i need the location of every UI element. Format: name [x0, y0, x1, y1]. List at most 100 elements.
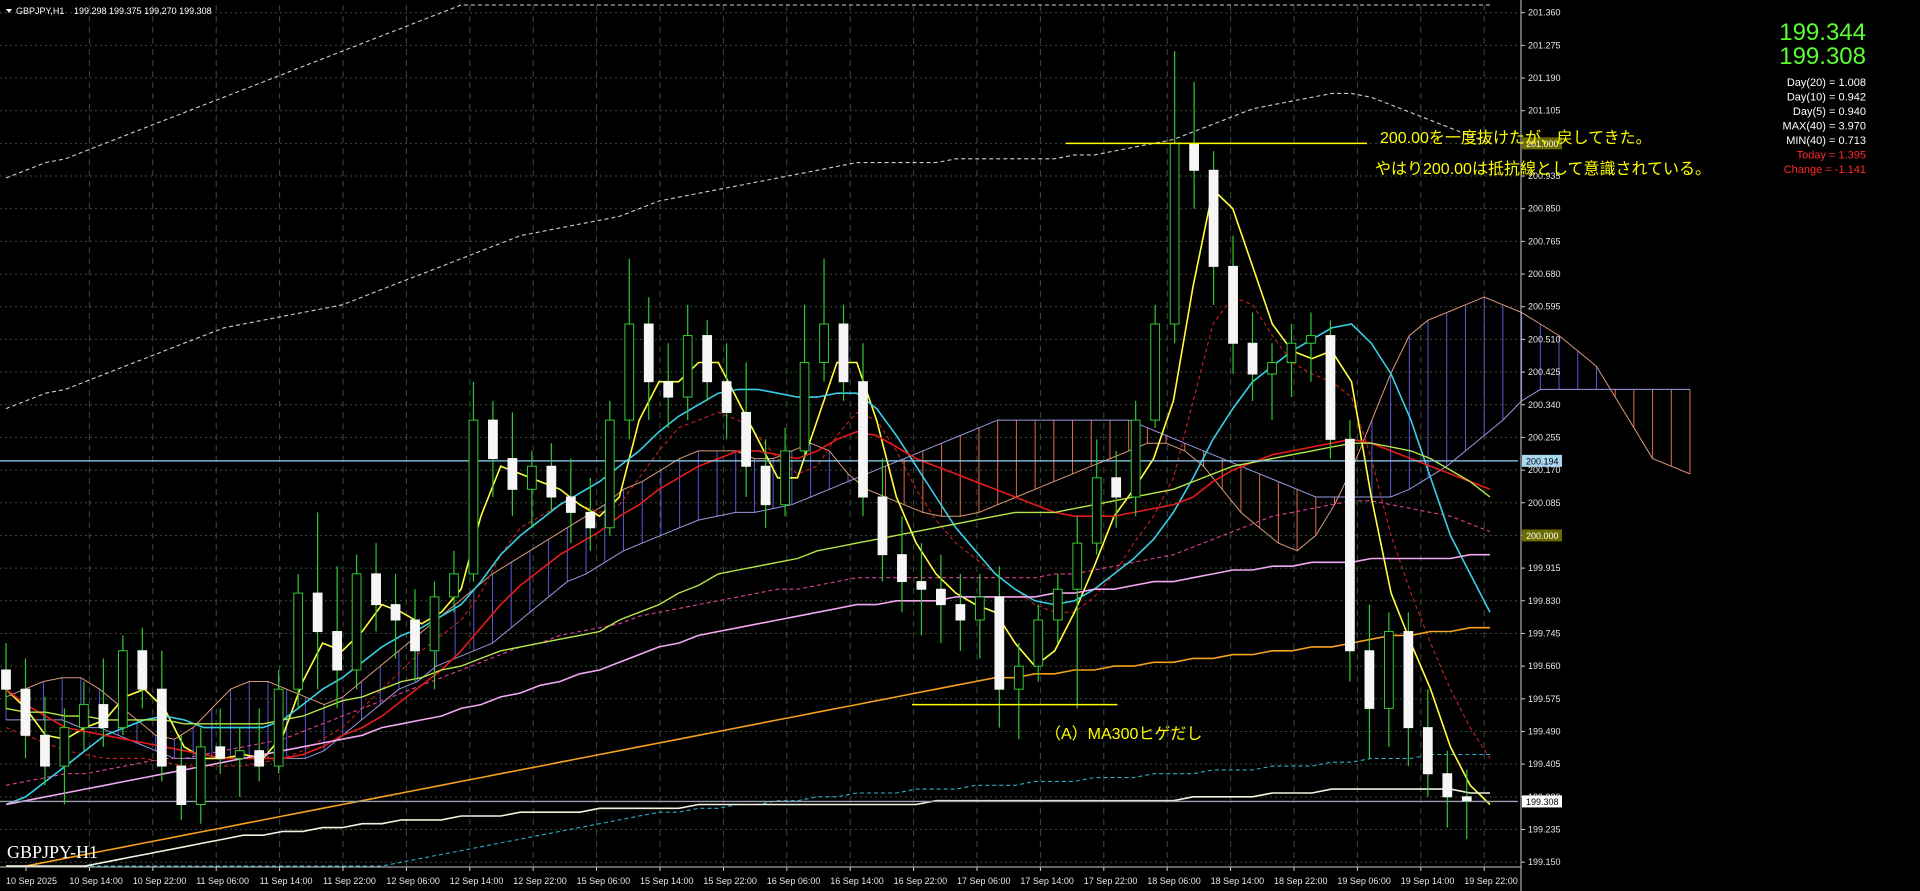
candle-body: [1345, 438, 1355, 652]
x-tick-label: 19 Sep 14:00: [1401, 876, 1455, 886]
stat-line: MAX(40) = 3.970: [1783, 121, 1866, 133]
candle-body: [1383, 631, 1394, 709]
candle-body: [585, 511, 596, 529]
candle-body: [20, 688, 31, 736]
candle-body: [780, 450, 790, 506]
candle-body: [1442, 773, 1453, 798]
y-tick-label: 201.360: [1528, 8, 1561, 18]
candle-body: [312, 592, 323, 633]
candle-body: [819, 323, 829, 363]
price-tag-label: 200.194: [1526, 456, 1559, 466]
candle-body: [176, 765, 187, 805]
y-tick-label: 200.510: [1528, 334, 1561, 344]
y-tick-label: 200.255: [1528, 432, 1561, 442]
candle-body: [488, 419, 498, 460]
x-tick-label: 10 Sep 14:00: [69, 876, 123, 886]
candle-body: [546, 465, 557, 498]
candle-body: [1267, 361, 1277, 375]
x-tick-label: 11 Sep 22:00: [323, 876, 376, 886]
candle-body: [682, 335, 693, 398]
price-chart[interactable]: 201.360201.275201.190201.105201.020200.9…: [0, 0, 1920, 891]
x-tick-label: 16 Sep 06:00: [767, 876, 821, 886]
x-tick-label: 18 Sep 14:00: [1211, 876, 1265, 886]
candle: [1345, 420, 1355, 682]
stat-line: MIN(40) = 0.713: [1786, 135, 1866, 147]
y-tick-label: 201.190: [1528, 73, 1561, 83]
x-tick-label: 11 Sep 14:00: [260, 876, 313, 886]
y-tick-label: 201.105: [1528, 106, 1561, 116]
candle-body: [273, 688, 284, 767]
candle-body: [643, 323, 654, 383]
candle-body: [858, 381, 868, 498]
candle-body: [741, 411, 752, 467]
candle-body: [1013, 665, 1024, 690]
x-tick-label: 18 Sep 06:00: [1147, 876, 1201, 886]
x-tick-label: 12 Sep 06:00: [386, 876, 440, 886]
header: GBPJPY,H1 199.298 199.375 199.270 199.30…: [6, 6, 212, 16]
y-tick-label: 200.085: [1528, 498, 1561, 508]
candle-body: [663, 381, 674, 398]
x-tick-label: 17 Sep 06:00: [957, 876, 1011, 886]
candle-body: [955, 604, 966, 621]
candle-body: [936, 588, 946, 606]
candle: [293, 573, 304, 709]
candle-body: [527, 465, 537, 490]
candle-body: [1461, 796, 1472, 802]
y-tick-label: 199.490: [1528, 726, 1561, 736]
annotation-label-a: （A）MA300ヒゲだし: [1045, 725, 1202, 743]
price-tag-label: 200.000: [1526, 531, 1559, 541]
y-tick-label: 199.745: [1528, 628, 1561, 638]
stat-line: Today = 1.395: [1797, 150, 1866, 162]
candle-body: [1091, 477, 1102, 544]
candle-body: [1072, 542, 1083, 590]
candle-body: [1130, 419, 1141, 498]
candle-body: [1247, 342, 1258, 375]
candle-body: [604, 419, 615, 529]
x-tick-label: 19 Sep 22:00: [1464, 876, 1518, 886]
candle-body: [838, 323, 849, 383]
candle-body: [565, 496, 576, 513]
candle-body: [994, 596, 1005, 690]
y-tick-label: 200.850: [1528, 204, 1561, 214]
candle-body: [195, 746, 206, 805]
candle-body: [449, 573, 459, 598]
candle-body: [897, 554, 907, 583]
candle-body: [1208, 169, 1219, 267]
candle-body: [721, 381, 732, 413]
bid-price: 199.344: [1779, 19, 1866, 46]
x-tick-label: 17 Sep 14:00: [1020, 876, 1074, 886]
ohlc-readout: 199.298 199.375 199.270 199.308: [74, 6, 212, 16]
candle: [604, 400, 615, 536]
candle-body: [916, 581, 927, 590]
stat-line: Day(5) = 0.940: [1793, 106, 1866, 118]
x-tick-label: 15 Sep 06:00: [577, 876, 631, 886]
candle-body: [974, 596, 985, 621]
candle-body: [59, 727, 70, 767]
x-tick-label: 10 Sep 2025: [6, 876, 57, 886]
candle: [351, 554, 362, 690]
x-tick-label: 11 Sep 06:00: [196, 876, 249, 886]
symbol-watermark: GBPJPY-H1: [7, 842, 98, 862]
candle-body: [1189, 142, 1199, 171]
candle-body: [332, 631, 342, 671]
candle-body: [624, 323, 635, 421]
symbol-label: GBPJPY,H1: [16, 6, 64, 16]
candle-body: [799, 361, 810, 452]
price-readouts: 199.344 199.308: [1779, 19, 1866, 70]
annotation-line-1: 200.00を一度抜けたが、戻してきた。: [1380, 129, 1652, 147]
candle-body: [410, 619, 420, 652]
stat-line: Day(10) = 0.942: [1787, 92, 1866, 104]
candle: [117, 635, 128, 736]
y-tick-label: 199.915: [1528, 563, 1561, 573]
x-tick-label: 16 Sep 22:00: [894, 876, 948, 886]
x-tick-label: 12 Sep 22:00: [513, 876, 567, 886]
candle-body: [117, 650, 128, 729]
candle-body: [877, 496, 888, 556]
candle-body: [40, 734, 50, 767]
candle-body: [137, 650, 148, 690]
candle-body: [1052, 588, 1063, 621]
y-tick-label: 199.575: [1528, 694, 1561, 704]
candle-body: [351, 573, 362, 671]
y-tick-label: 200.340: [1528, 400, 1561, 410]
candle-body: [1325, 335, 1336, 440]
